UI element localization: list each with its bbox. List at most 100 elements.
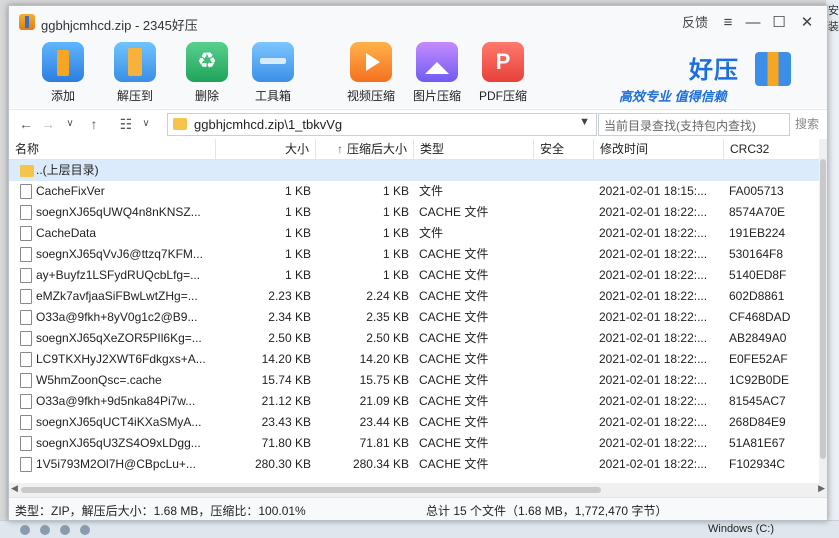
file-list: 名称 大小 ↑ 压缩后大小 类型 安全 修改时间 CRC32 ..(上层目录) C… xyxy=(9,139,827,483)
cell-crc: 51A81E67 xyxy=(729,436,786,450)
view-mode-icon[interactable]: ☷ xyxy=(117,115,135,133)
toolbox-icon xyxy=(252,42,294,82)
cell-crc: CF468DAD xyxy=(729,310,791,324)
table-row[interactable]: soegnXJ65qUCT4iKXaSMyA... 23.43 KB 23.44 K… xyxy=(9,412,819,433)
minimize-button[interactable]: — xyxy=(742,12,764,34)
col-crc[interactable]: CRC32 xyxy=(724,139,819,159)
window-title: ggbhjcmhcd.zip - 2345好压 xyxy=(41,18,198,33)
path-input[interactable]: ggbhjcmhcd.zip\1_tbkvVg ▼ xyxy=(167,113,597,136)
taskbar-icon[interactable] xyxy=(80,525,90,535)
scroll-left-icon[interactable]: ◀ xyxy=(11,483,18,494)
cell-size: 1 KB xyxy=(284,268,311,282)
col-security[interactable]: 安全 xyxy=(534,139,594,159)
status-archive-info: 类型：ZIP，解压后大小：1.68 MB，压缩比：100.01% xyxy=(15,504,306,518)
table-row[interactable]: eMZk7avfjaaSiFBwLwtZHg=... 2.23 KB 2.24 KB… xyxy=(9,286,819,307)
table-row[interactable]: soegnXJ65qXeZOR5PIl6Kg=... 2.50 KB 2.50 KB… xyxy=(9,328,819,349)
cell-size: 1 KB xyxy=(284,247,311,261)
cell-packed: 14.20 KB xyxy=(359,352,409,366)
scroll-thumb[interactable] xyxy=(21,487,601,493)
up-arrow-icon[interactable]: ↑ xyxy=(85,115,103,133)
cell-packed: 1 KB xyxy=(382,247,409,261)
cell-packed: 280.34 KB xyxy=(352,457,409,471)
cell-name: soegnXJ65qUWQ4n8nKNSZ... xyxy=(36,205,201,219)
col-packed-label: 压缩后大小 xyxy=(346,142,407,156)
add-button[interactable]: 添加 xyxy=(33,42,93,104)
brand-logo: 好压 高效专业 值得信赖 xyxy=(619,48,799,104)
file-rows: ..(上层目录) CacheFixVer 1 KB 1 KB 文件 2021-02-01… xyxy=(9,160,819,475)
taskbar-icon[interactable] xyxy=(60,525,70,535)
table-row[interactable]: CacheFixVer 1 KB 1 KB 文件 2021-02-01 18:15:..… xyxy=(9,181,819,202)
taskbar-drive-label[interactable]: Windows (C:) xyxy=(708,523,774,535)
close-button[interactable]: ✕ xyxy=(796,12,818,34)
table-row[interactable]: ay+Buyfz1LSFydRUQcbLfg=... 1 KB 1 KB CACHE … xyxy=(9,265,819,286)
cell-modified: 2021-02-01 18:22:... xyxy=(599,457,708,471)
cell-modified: 2021-02-01 18:22:... xyxy=(599,331,708,345)
col-type[interactable]: 类型 xyxy=(414,139,534,159)
table-row[interactable]: soegnXJ65qUWQ4n8nKNSZ... 1 KB 1 KB CACHE 文件… xyxy=(9,202,819,223)
app-window: ggbhjcmhcd.zip - 2345好压 反馈 ≡ — ☐ ✕ 添加 解压… xyxy=(8,5,828,521)
menu-icon[interactable]: ≡ xyxy=(717,12,739,34)
cell-type: CACHE 文件 xyxy=(419,352,489,366)
taskbar-icon[interactable] xyxy=(20,525,30,535)
cell-crc: 268D84E9 xyxy=(729,415,786,429)
cell-modified: 2021-02-01 18:22:... xyxy=(599,394,708,408)
toolbox-label: 工具箱 xyxy=(254,89,291,103)
maximize-button[interactable]: ☐ xyxy=(768,12,790,34)
table-row[interactable]: soegnXJ65qU3ZS4O9xLDgg... 71.80 KB 71.81 K… xyxy=(9,433,819,454)
vertical-scrollbar[interactable] xyxy=(819,139,827,483)
table-row[interactable]: W5hmZoonQsc=.cache 15.74 KB 15.75 KB CACHE … xyxy=(9,370,819,391)
back-arrow-icon[interactable]: ← xyxy=(17,115,35,133)
cell-packed: 15.75 KB xyxy=(359,373,409,387)
cell-packed: 23.44 KB xyxy=(359,415,409,429)
delete-label: 删除 xyxy=(194,89,219,103)
col-name[interactable]: 名称 xyxy=(9,139,216,159)
cell-size: 1 KB xyxy=(284,226,311,240)
pdf-compress-button[interactable]: PDF压缩 xyxy=(473,42,533,104)
cell-size: 21.12 KB xyxy=(261,394,311,408)
sort-up-icon: ↑ xyxy=(336,142,343,156)
search-button[interactable]: 搜索 xyxy=(791,113,823,136)
scroll-right-icon[interactable]: ▶ xyxy=(818,483,825,494)
view-dropdown-icon[interactable]: ∨ xyxy=(137,115,155,133)
path-dropdown-icon[interactable]: ▼ xyxy=(579,116,590,128)
image-compress-button[interactable]: 图片压缩 xyxy=(407,42,467,104)
cell-name: soegnXJ65qXeZOR5PIl6Kg=... xyxy=(36,331,202,345)
parent-directory-row[interactable]: ..(上层目录) xyxy=(9,160,819,181)
feedback-button[interactable]: 反馈 xyxy=(680,12,710,34)
table-row[interactable]: O33a@9fkh+8yV0g1c2@B9... 2.34 KB 2.35 KB CA… xyxy=(9,307,819,328)
history-dropdown-icon[interactable]: ∨ xyxy=(61,115,79,133)
cell-name: 1V5i793M2Ol7H@CBpcLu+... xyxy=(36,457,196,471)
cell-packed: 1 KB xyxy=(382,205,409,219)
title-bar[interactable]: ggbhjcmhcd.zip - 2345好压 反馈 ≡ — ☐ ✕ xyxy=(9,6,827,40)
video-compress-button[interactable]: 视频压缩 xyxy=(341,42,401,104)
search-input[interactable]: 当前目录查找(支持包内查找) xyxy=(598,113,790,136)
table-row[interactable]: CacheData 1 KB 1 KB 文件 2021-02-01 18:22:... 1… xyxy=(9,223,819,244)
horizontal-scrollbar[interactable]: ◀ ▶ xyxy=(9,483,827,497)
table-row[interactable]: O33a@9fkh+9d5nka84Pi7w... 21.12 KB 21.09 K… xyxy=(9,391,819,412)
address-bar: ← → ∨ ↑ ☷ ∨ ggbhjcmhcd.zip\1_tbkvVg ▼ 当前… xyxy=(9,109,827,140)
toolbar: 添加 解压到 删除 工具箱 视频压缩 图片压缩 PDF压缩 好压 高效专业 值 xyxy=(9,40,827,108)
parent-directory-label: ..(上层目录) xyxy=(36,163,99,177)
col-size[interactable]: 大小 xyxy=(216,139,316,159)
cell-type: CACHE 文件 xyxy=(419,289,489,303)
toolbox-button[interactable]: 工具箱 xyxy=(243,42,303,104)
column-header: 名称 大小 ↑ 压缩后大小 类型 安全 修改时间 CRC32 xyxy=(9,139,819,160)
cell-size: 2.50 KB xyxy=(268,331,311,345)
cell-size: 14.20 KB xyxy=(261,352,311,366)
scroll-thumb[interactable] xyxy=(820,159,826,459)
cell-name: O33a@9fkh+8yV0g1c2@B9... xyxy=(36,310,198,324)
table-row[interactable]: 1V5i793M2Ol7H@CBpcLu+... 280.30 KB 280.34 … xyxy=(9,454,819,475)
col-modified[interactable]: 修改时间 xyxy=(594,139,724,159)
col-packed[interactable]: ↑ 压缩后大小 xyxy=(316,139,414,159)
cell-modified: 2021-02-01 18:22:... xyxy=(599,436,708,450)
table-row[interactable]: LC9TKXHyJ2XWT6Fdkgxs+A... 14.20 KB 14.20 K… xyxy=(9,349,819,370)
brand-name: 好压 xyxy=(689,57,739,84)
table-row[interactable]: soegnXJ65qVvJ6@ttzq7KFM... 1 KB 1 KB CACHE … xyxy=(9,244,819,265)
forward-arrow-icon[interactable]: → xyxy=(39,115,57,133)
cell-packed: 21.09 KB xyxy=(359,394,409,408)
extract-button[interactable]: 解压到 xyxy=(105,42,165,104)
taskbar-icon[interactable] xyxy=(40,525,50,535)
video-compress-label: 视频压缩 xyxy=(346,89,395,103)
cell-packed: 2.24 KB xyxy=(366,289,409,303)
delete-button[interactable]: 删除 xyxy=(177,42,237,104)
